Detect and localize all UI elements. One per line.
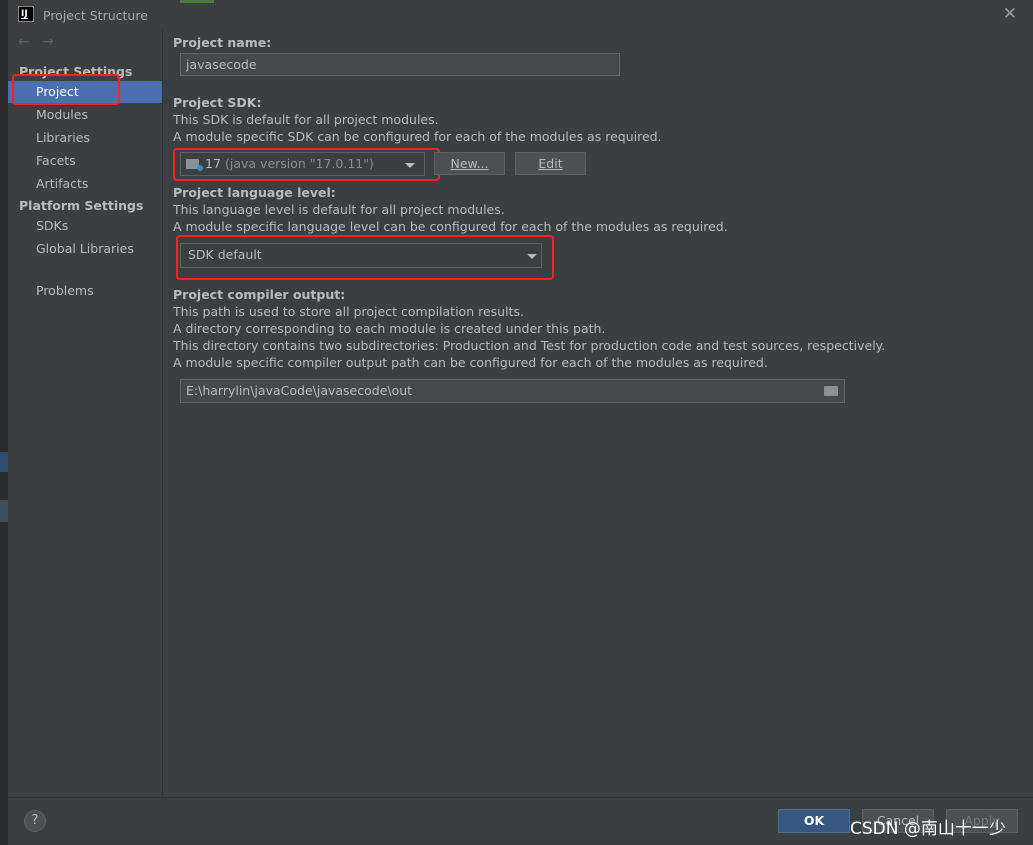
- title-bar[interactable]: IJ Project Structure ✕: [8, 0, 1033, 30]
- project-settings-panel: Project name: javasecode Project SDK: Th…: [163, 30, 1033, 797]
- background-ide-strip: [0, 0, 8, 844]
- language-level-desc-2: A module specific language level can be …: [173, 219, 728, 234]
- close-icon[interactable]: ✕: [1003, 6, 1017, 23]
- chevron-down-icon: [405, 163, 415, 168]
- back-arrow-icon[interactable]: ←: [18, 34, 30, 50]
- new-sdk-button[interactable]: New...: [434, 152, 505, 175]
- project-structure-dialog: IJ Project Structure ✕ ← → Project Setti…: [8, 0, 1033, 845]
- watermark-text: CSDN @南山十一少: [850, 819, 1006, 839]
- sdk-badge-icon: [197, 165, 203, 171]
- sdk-detail: (java version "17.0.11"): [225, 156, 374, 171]
- project-sdk-dropdown[interactable]: 17 (java version "17.0.11"): [180, 152, 425, 176]
- language-level-dropdown[interactable]: SDK default: [180, 243, 542, 268]
- help-button[interactable]: ?: [24, 810, 46, 832]
- compiler-output-desc-4: A module specific compiler output path c…: [173, 355, 768, 370]
- project-sdk-desc-2: A module specific SDK can be configured …: [173, 129, 662, 144]
- sidebar-item-sdks[interactable]: SDKs: [8, 215, 162, 237]
- sidebar-item-artifacts[interactable]: Artifacts: [8, 173, 162, 195]
- edit-sdk-button[interactable]: Edit: [515, 152, 586, 175]
- project-sdk-desc-1: This SDK is default for all project modu…: [173, 112, 439, 127]
- compiler-output-path-input[interactable]: E:\harrylin\javaCode\javasecode\out: [180, 379, 845, 403]
- intellij-logo-icon: IJ: [18, 6, 34, 22]
- project-name-input[interactable]: javasecode: [180, 53, 620, 76]
- language-level-value: SDK default: [188, 247, 262, 262]
- compiler-output-desc-3: This directory contains two subdirectori…: [173, 338, 886, 353]
- background-accent: [180, 0, 214, 3]
- ok-button[interactable]: OK: [778, 809, 850, 833]
- sidebar: ← → Project Settings Project Modules Lib…: [8, 30, 163, 797]
- language-level-desc-1: This language level is default for all p…: [173, 202, 505, 217]
- window-title: Project Structure: [43, 8, 148, 23]
- project-settings-heading: Project Settings: [19, 64, 133, 79]
- sidebar-item-project[interactable]: Project: [8, 81, 162, 103]
- language-level-label: Project language level:: [173, 185, 336, 200]
- platform-settings-heading: Platform Settings: [19, 198, 144, 213]
- sidebar-item-libraries[interactable]: Libraries: [8, 127, 162, 149]
- browse-folder-icon[interactable]: [824, 386, 838, 396]
- sidebar-item-modules[interactable]: Modules: [8, 104, 162, 126]
- project-sdk-label: Project SDK:: [173, 95, 262, 110]
- sidebar-item-global-libraries[interactable]: Global Libraries: [8, 238, 162, 260]
- sdk-version: 17: [205, 156, 221, 171]
- compiler-output-desc-1: This path is used to store all project c…: [173, 304, 524, 319]
- project-name-label: Project name:: [173, 35, 272, 50]
- forward-arrow-icon[interactable]: →: [42, 34, 54, 50]
- compiler-output-desc-2: A directory corresponding to each module…: [173, 321, 606, 336]
- chevron-down-icon: [527, 254, 537, 259]
- background-highlight: [0, 500, 8, 522]
- sidebar-item-problems[interactable]: Problems: [8, 280, 162, 302]
- sidebar-item-facets[interactable]: Facets: [8, 150, 162, 172]
- compiler-output-label: Project compiler output:: [173, 287, 346, 302]
- compiler-output-path: E:\harrylin\javaCode\javasecode\out: [186, 383, 413, 398]
- background-highlight: [0, 452, 8, 472]
